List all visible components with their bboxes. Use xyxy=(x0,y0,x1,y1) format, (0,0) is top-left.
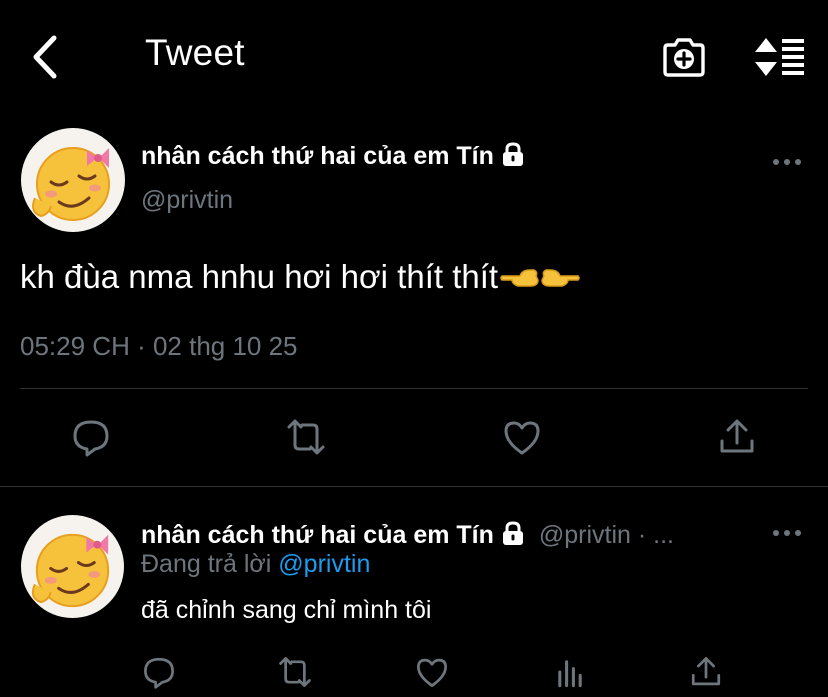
back-icon[interactable] xyxy=(26,34,66,80)
reply-text: đã chỉnh sang chỉ mình tôi xyxy=(141,596,432,624)
retweet-icon[interactable] xyxy=(278,655,312,689)
retweet-icon[interactable] xyxy=(286,417,326,457)
lock-icon xyxy=(502,521,523,545)
display-name[interactable]: nhân cách thứ hai của em Tín xyxy=(141,141,526,171)
divider xyxy=(20,388,808,389)
tweet-timestamp: 05:29 CH · 02 thg 10 25 xyxy=(20,331,298,361)
stats-icon[interactable] xyxy=(553,655,587,689)
user-handle[interactable]: @privtin xyxy=(141,186,233,215)
avatar[interactable] xyxy=(21,128,125,232)
reply-icon[interactable] xyxy=(142,655,176,689)
camera-plus-icon[interactable] xyxy=(661,36,707,78)
like-icon[interactable] xyxy=(415,655,449,689)
page-title: Tweet xyxy=(145,32,245,73)
pointing-hand-emoji-icon xyxy=(500,269,580,287)
smiling-face-emoji-icon xyxy=(31,533,110,608)
lock-icon xyxy=(502,142,523,166)
like-icon[interactable] xyxy=(502,417,542,457)
more-options-icon[interactable] xyxy=(772,157,802,167)
replying-to: Đang trả lời @privtin xyxy=(141,550,371,578)
sort-icon[interactable] xyxy=(752,36,806,78)
share-icon[interactable] xyxy=(717,417,757,457)
display-name: nhân cách thứ hai của em Tín xyxy=(141,521,494,549)
avatar[interactable] xyxy=(21,515,124,618)
more-options-icon[interactable] xyxy=(772,528,802,538)
divider xyxy=(0,486,828,487)
reply-header[interactable]: nhân cách thứ hai của em Tín @privtin · … xyxy=(141,520,674,550)
user-handle: @privtin · ... xyxy=(538,521,674,549)
reply-icon[interactable] xyxy=(71,417,111,457)
smiling-face-emoji-icon xyxy=(32,147,110,221)
tweet-text: kh đùa nma hnhu hơi hơi thít thít xyxy=(20,258,580,296)
mention-link[interactable]: @privtin xyxy=(278,550,370,578)
share-icon[interactable] xyxy=(689,655,723,689)
